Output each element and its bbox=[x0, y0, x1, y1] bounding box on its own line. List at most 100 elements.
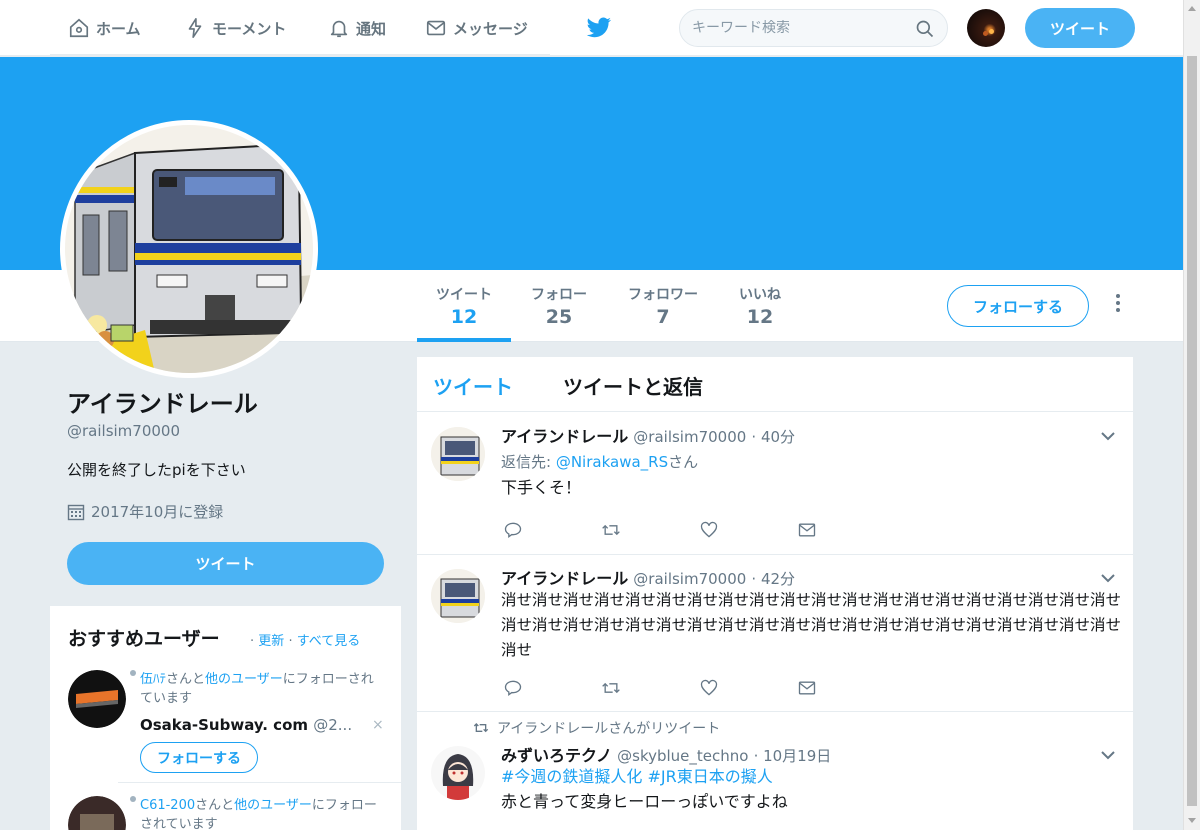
user-avatar[interactable] bbox=[967, 9, 1005, 47]
like-action[interactable] bbox=[699, 677, 797, 699]
tab-tweets[interactable]: ツイート bbox=[433, 371, 513, 400]
context-text: さんと bbox=[166, 672, 206, 687]
tweet-author-handle[interactable]: @railsim70000 bbox=[633, 428, 746, 446]
dot bbox=[130, 670, 136, 676]
twitter-bird-icon[interactable] bbox=[586, 16, 612, 40]
tweet-author-avatar[interactable] bbox=[431, 427, 485, 481]
retweet-context-text[interactable]: アイランドレールさんがリツイート bbox=[497, 718, 720, 738]
reply-action[interactable] bbox=[503, 519, 601, 541]
other-users-link[interactable]: 他のユーザー bbox=[234, 798, 312, 813]
search-input[interactable] bbox=[692, 20, 902, 36]
tweet-author-handle[interactable]: @skyblue_techno bbox=[617, 747, 748, 765]
lightning-icon bbox=[188, 18, 202, 38]
tab-tweets-and-replies[interactable]: ツイートと返信 bbox=[563, 371, 703, 400]
reply-context: 返信先: @Nirakawa_RSさん bbox=[501, 451, 698, 472]
tweet-timestamp[interactable]: · 42分 bbox=[751, 570, 795, 588]
retweet-action[interactable] bbox=[601, 519, 699, 541]
chevron-down-icon[interactable] bbox=[1101, 750, 1115, 760]
more-options-icon[interactable] bbox=[1114, 294, 1122, 318]
other-users-link[interactable]: 他のユーザー bbox=[205, 672, 283, 687]
tweet-header: みずいろテクノ @skyblue_techno · 10月19日 bbox=[501, 742, 831, 766]
tweet-author-handle[interactable]: @railsim70000 bbox=[633, 570, 746, 588]
scrollbar[interactable] bbox=[1183, 0, 1200, 830]
retweet-icon bbox=[473, 723, 489, 733]
context-text: さんと bbox=[195, 798, 235, 813]
nav-underline bbox=[50, 54, 550, 56]
tweet-author-name[interactable]: アイランドレール bbox=[501, 569, 628, 588]
stat-tweets-label: ツイート bbox=[436, 287, 492, 303]
tweet[interactable]: アイランドレールさんがリツイート みずいろテクノ @skyblue_techno… bbox=[417, 712, 1133, 830]
train-photo bbox=[68, 796, 126, 830]
mutual-user-link[interactable]: 伍ﾊﾃ bbox=[140, 672, 166, 687]
retweet-action[interactable] bbox=[601, 677, 699, 699]
who-to-follow-title: おすすめユーザー bbox=[68, 628, 220, 650]
dismiss-icon[interactable]: × bbox=[372, 717, 384, 733]
stat-tweets[interactable]: ツイート 12 bbox=[417, 270, 511, 342]
message-action[interactable] bbox=[797, 677, 895, 699]
recommended-user-avatar[interactable] bbox=[68, 796, 126, 830]
top-navigation: ホーム モーメント 通知 メッセージ ツイート bbox=[0, 0, 1183, 56]
recommended-follow-button[interactable]: フォローする bbox=[140, 742, 258, 773]
reply-icon bbox=[504, 522, 522, 538]
envelope-icon bbox=[798, 523, 816, 537]
message-action[interactable] bbox=[797, 519, 895, 541]
search-box[interactable] bbox=[679, 9, 948, 47]
tweet-hashtags[interactable]: #今週の鉄道擬人化 #JR東日本の擬人 bbox=[501, 767, 773, 786]
refresh-link[interactable]: 更新 bbox=[258, 634, 284, 649]
calendar-icon bbox=[67, 504, 85, 520]
stat-following-label: フォロー bbox=[531, 287, 587, 303]
nav-notifications[interactable]: 通知 bbox=[328, 0, 386, 56]
like-action[interactable] bbox=[699, 519, 797, 541]
recommended-user-name[interactable]: Osaka-Subway. com @2... bbox=[140, 716, 360, 734]
tweet-author-name[interactable]: アイランドレール bbox=[501, 427, 628, 446]
nav-messages[interactable]: メッセージ bbox=[425, 0, 528, 56]
tweet-author-avatar[interactable] bbox=[431, 569, 485, 623]
follow-button[interactable]: フォローする bbox=[947, 285, 1089, 327]
reply-to-link[interactable]: @Nirakawa_RS bbox=[556, 453, 668, 471]
profile-name: アイランドレール bbox=[67, 390, 258, 418]
search-icon[interactable] bbox=[915, 19, 935, 39]
stat-following[interactable]: フォロー 25 bbox=[518, 270, 600, 342]
nav-home-label: ホーム bbox=[96, 19, 141, 38]
tweet[interactable]: アイランドレール @railsim70000 · 40分 返信先: @Nirak… bbox=[417, 413, 1133, 555]
envelope-icon bbox=[798, 681, 816, 695]
nav-home[interactable]: ホーム bbox=[68, 0, 141, 56]
scroll-down-arrow[interactable] bbox=[1188, 818, 1196, 823]
recommended-user-handle: @2... bbox=[313, 716, 353, 734]
tweet-timestamp[interactable]: · 10月19日 bbox=[754, 747, 832, 765]
stat-followers-count: 7 bbox=[656, 306, 670, 328]
recommended-user-avatar[interactable] bbox=[68, 670, 126, 728]
tweet-text-content: 赤と青って変身ヒーローっぽいですよね bbox=[501, 792, 788, 811]
chevron-down-icon[interactable] bbox=[1101, 431, 1115, 441]
train-thumbnail bbox=[431, 427, 485, 481]
train-illustration bbox=[65, 125, 313, 373]
mutual-user-link[interactable]: C61-200 bbox=[140, 798, 195, 813]
who-to-follow-links: · 更新 · すべて見る bbox=[250, 630, 360, 649]
tweet-timestamp[interactable]: · 40分 bbox=[751, 428, 795, 446]
tweet[interactable]: アイランドレール @railsim70000 · 42分 消せ消せ消せ消せ消せ消… bbox=[417, 555, 1133, 712]
tweet-to-user-button[interactable]: ツイート bbox=[67, 542, 384, 585]
retweet-context: アイランドレールさんがリツイート bbox=[473, 718, 720, 738]
chevron-down-icon[interactable] bbox=[1101, 573, 1115, 583]
nav-moments-label: モーメント bbox=[212, 19, 287, 38]
reply-icon bbox=[504, 680, 522, 696]
scrollbar-thumb[interactable] bbox=[1187, 56, 1197, 806]
stat-following-count: 25 bbox=[545, 306, 573, 328]
view-all-link[interactable]: すべて見る bbox=[297, 634, 361, 649]
stat-tweets-count: 12 bbox=[450, 306, 478, 328]
compose-tweet-button[interactable]: ツイート bbox=[1025, 8, 1135, 48]
profile-join-date: 2017年10月に登録 bbox=[67, 501, 223, 522]
stat-likes[interactable]: いいね 12 bbox=[722, 270, 798, 342]
heart-icon bbox=[700, 521, 718, 538]
scroll-up-arrow[interactable] bbox=[1188, 6, 1196, 11]
stat-followers[interactable]: フォロワー 7 bbox=[616, 270, 710, 342]
profile-handle: @railsim70000 bbox=[67, 422, 181, 440]
tweet-author-avatar[interactable] bbox=[431, 746, 485, 800]
nav-moments[interactable]: モーメント bbox=[184, 0, 286, 56]
tweet-author-name[interactable]: みずいろテクノ bbox=[501, 746, 612, 765]
stat-likes-count: 12 bbox=[746, 306, 774, 328]
heart-icon bbox=[700, 679, 718, 696]
profile-avatar[interactable] bbox=[60, 120, 318, 378]
reply-action[interactable] bbox=[503, 677, 601, 699]
timeline-tabs: ツイート ツイートと返信 bbox=[417, 357, 1133, 412]
